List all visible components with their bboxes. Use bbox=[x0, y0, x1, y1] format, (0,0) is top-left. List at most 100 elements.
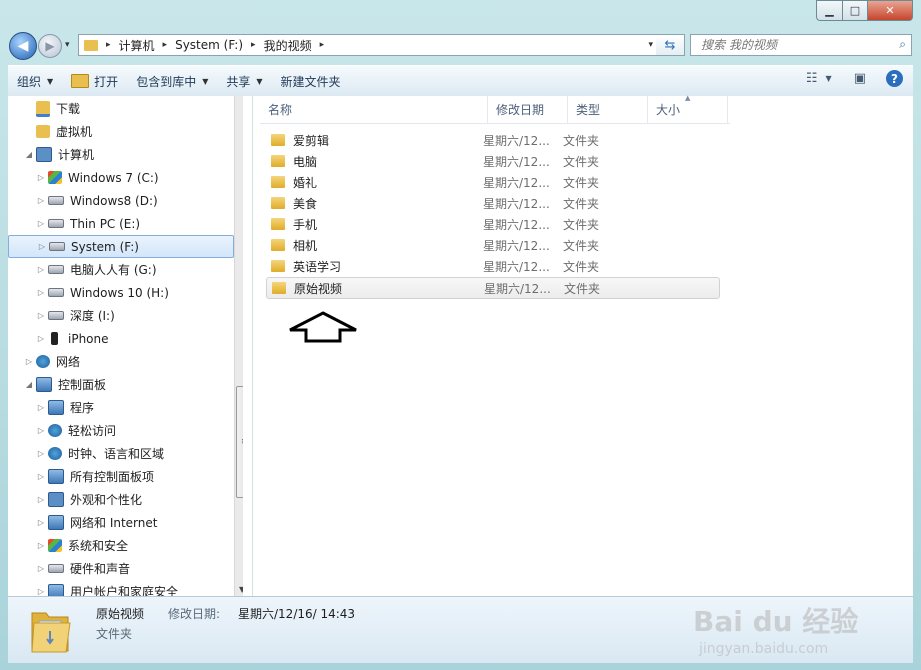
tree-item-appearance[interactable]: ▷ 外观和个性化 bbox=[36, 489, 142, 510]
include-in-library-label: 包含到库中 bbox=[136, 74, 197, 89]
preview-pane-icon[interactable]: ▣ bbox=[854, 71, 866, 86]
maximize-button[interactable]: □ bbox=[843, 0, 868, 21]
minimize-button[interactable]: ▁ bbox=[816, 0, 843, 21]
chevron-right-icon[interactable]: ▸ bbox=[106, 40, 111, 50]
tree-item-drive-e[interactable]: ▷ Thin PC (E:) bbox=[36, 213, 140, 234]
tree-item-hardware-sound[interactable]: ▷ 硬件和声音 bbox=[36, 558, 130, 579]
tree-item-all-control-panel-items[interactable]: ▷ 所有控制面板项 bbox=[36, 466, 154, 487]
file-row[interactable]: 美食 星期六/12... 文件夹 bbox=[266, 193, 718, 213]
search-box[interactable]: ⌕ bbox=[690, 34, 912, 56]
file-date: 星期六/12... bbox=[483, 196, 550, 211]
share-button[interactable]: 共享 ▼ bbox=[217, 70, 271, 92]
expand-arrow-icon[interactable]: ▷ bbox=[36, 288, 46, 297]
column-header-name[interactable]: 名称 bbox=[260, 96, 488, 123]
include-in-library-button[interactable]: 包含到库中 ▼ bbox=[127, 70, 217, 92]
tree-item-drive-d[interactable]: ▷ Windows8 (D:) bbox=[36, 190, 158, 211]
tree-item-label: 深度 (I:) bbox=[70, 309, 115, 323]
chevron-right-icon[interactable]: ▸ bbox=[320, 40, 325, 50]
expand-arrow-icon[interactable]: ▷ bbox=[36, 403, 46, 412]
expand-arrow-icon[interactable]: ▷ bbox=[36, 587, 46, 596]
expand-arrow-icon[interactable]: ▷ bbox=[36, 426, 46, 435]
scrollbar-thumb[interactable]: ≡ bbox=[236, 386, 243, 498]
tree-item-label: Thin PC (E:) bbox=[70, 216, 141, 231]
file-row-selected[interactable]: 原始视频 星期六/12... 文件夹 bbox=[266, 277, 720, 299]
address-bar[interactable]: ▸ 计算机 ▸ System (F:) ▸ 我的视频 ▸ ▾ bbox=[78, 34, 658, 56]
tree-item-system-security[interactable]: ▷ 系统和安全 bbox=[36, 535, 128, 556]
recent-pages-dropdown[interactable]: ▾ bbox=[65, 40, 70, 50]
tree-item-user-accounts[interactable]: ▷ 用户帐户和家庭安全 bbox=[36, 581, 178, 596]
file-row[interactable]: 手机 星期六/12... 文件夹 bbox=[266, 214, 718, 234]
search-icon[interactable]: ⌕ bbox=[899, 37, 906, 52]
expand-arrow-icon[interactable]: ▷ bbox=[36, 265, 46, 274]
tree-item-control-panel[interactable]: ◢ 控制面板 bbox=[24, 374, 106, 395]
chevron-down-icon[interactable]: ▼ bbox=[826, 74, 832, 83]
expand-arrow-icon[interactable]: ▷ bbox=[36, 449, 46, 458]
help-button[interactable]: ? bbox=[886, 70, 903, 87]
file-row[interactable]: 婚礼 星期六/12... 文件夹 bbox=[266, 172, 718, 192]
collapse-arrow-icon[interactable]: ◢ bbox=[24, 380, 34, 389]
expand-arrow-icon[interactable]: ▷ bbox=[37, 242, 47, 251]
search-input[interactable] bbox=[699, 37, 893, 53]
expand-arrow-icon[interactable]: ▷ bbox=[36, 311, 46, 320]
tree-item-virtual-machines[interactable]: 虚拟机 bbox=[24, 121, 92, 142]
tree-item-network-internet[interactable]: ▷ 网络和 Internet bbox=[36, 512, 157, 533]
tree-item-drive-f[interactable]: ▷ System (F:) bbox=[8, 235, 234, 258]
tree-item-accessibility[interactable]: ▷ 轻松访问 bbox=[36, 420, 116, 441]
expand-arrow-icon[interactable]: ▷ bbox=[36, 495, 46, 504]
tree-item-drive-h[interactable]: ▷ Windows 10 (H:) bbox=[36, 282, 169, 303]
tree-item-label: 网络和 Internet bbox=[70, 516, 158, 530]
tree-item-network[interactable]: ▷ 网络 bbox=[24, 351, 80, 372]
folder-icon bbox=[271, 239, 285, 251]
organize-button[interactable]: 组织 ▼ bbox=[8, 70, 62, 92]
breadcrumb-computer[interactable]: 计算机 bbox=[119, 37, 155, 54]
pane-splitter[interactable] bbox=[252, 96, 253, 596]
expand-arrow-icon[interactable]: ▷ bbox=[36, 219, 46, 228]
column-header-date[interactable]: 修改日期 bbox=[488, 96, 568, 123]
expand-arrow-icon[interactable]: ▷ bbox=[24, 357, 34, 366]
tree-item-downloads[interactable]: 下载 bbox=[24, 98, 80, 119]
tree-item-drive-g[interactable]: ▷ 电脑人人有 (G:) bbox=[36, 259, 157, 280]
tree-item-programs[interactable]: ▷ 程序 bbox=[36, 397, 94, 418]
column-header-type[interactable]: 类型 bbox=[568, 96, 648, 123]
chevron-down-icon: ▼ bbox=[202, 76, 209, 86]
tree-item-label: 下载 bbox=[56, 102, 81, 116]
chevron-right-icon[interactable]: ▸ bbox=[251, 40, 256, 50]
new-folder-button[interactable]: 新建文件夹 bbox=[272, 70, 350, 92]
download-folder-icon bbox=[36, 100, 50, 117]
network-internet-icon bbox=[48, 515, 64, 530]
expand-arrow-icon[interactable]: ▷ bbox=[36, 518, 46, 527]
address-dropdown-button[interactable]: ▾ bbox=[648, 40, 653, 50]
file-row[interactable]: 相机 星期六/12... 文件夹 bbox=[266, 235, 718, 255]
expand-arrow-icon[interactable]: ▷ bbox=[36, 196, 46, 205]
navigation-scrollbar[interactable]: ≡ ▼ bbox=[234, 96, 243, 596]
chevron-right-icon[interactable]: ▸ bbox=[163, 40, 168, 50]
close-button[interactable]: ✕ bbox=[868, 0, 913, 21]
open-button[interactable]: 打开 bbox=[62, 70, 127, 92]
tree-item-label: 硬件和声音 bbox=[70, 562, 131, 576]
breadcrumb-system-drive[interactable]: System (F:) bbox=[175, 38, 243, 52]
tree-item-drive-i[interactable]: ▷ 深度 (I:) bbox=[36, 305, 115, 326]
view-options-icon[interactable]: ☷ bbox=[806, 71, 818, 86]
file-date: 星期六/12... bbox=[483, 154, 550, 169]
expand-arrow-icon[interactable]: ▷ bbox=[36, 541, 46, 550]
collapse-arrow-icon[interactable]: ◢ bbox=[24, 150, 34, 159]
expand-arrow-icon[interactable]: ▷ bbox=[36, 334, 46, 343]
tree-item-clock-language-region[interactable]: ▷ 时钟、语言和区域 bbox=[36, 443, 164, 464]
file-row[interactable]: 电脑 星期六/12... 文件夹 bbox=[266, 151, 718, 171]
expand-arrow-icon[interactable]: ▷ bbox=[36, 173, 46, 182]
tree-item-computer[interactable]: ◢ 计算机 bbox=[24, 144, 94, 165]
details-item-name: 原始视频 bbox=[96, 607, 145, 621]
breadcrumb-my-videos[interactable]: 我的视频 bbox=[264, 37, 312, 54]
back-button[interactable]: ◀ bbox=[9, 32, 37, 60]
scroll-down-arrow-icon[interactable]: ▼ bbox=[239, 585, 243, 594]
refresh-button[interactable]: ⇆ bbox=[656, 34, 685, 56]
tree-item-iphone[interactable]: ▷ iPhone bbox=[36, 328, 109, 349]
forward-button[interactable]: ▶ bbox=[38, 34, 62, 58]
tree-item-label: 控制面板 bbox=[58, 378, 107, 392]
tree-item-drive-c[interactable]: ▷ Windows 7 (C:) bbox=[36, 167, 159, 188]
file-row[interactable]: 英语学习 星期六/12... 文件夹 bbox=[266, 256, 718, 276]
expand-arrow-icon[interactable]: ▷ bbox=[36, 472, 46, 481]
file-type: 文件夹 bbox=[563, 175, 600, 190]
file-row[interactable]: 爱剪辑 星期六/12... 文件夹 bbox=[266, 130, 718, 150]
expand-arrow-icon[interactable]: ▷ bbox=[36, 564, 46, 573]
